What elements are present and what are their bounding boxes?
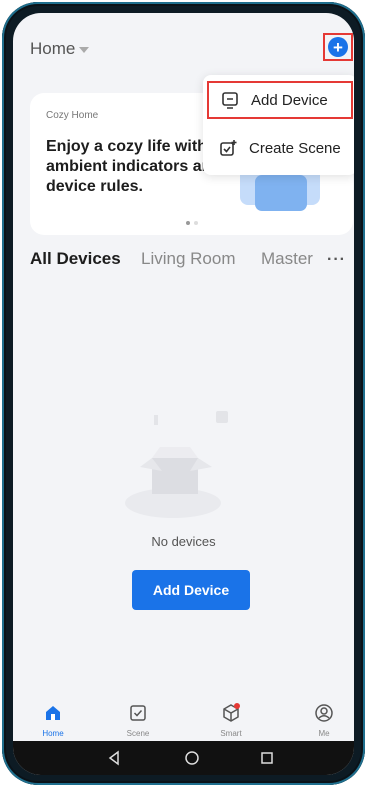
create-scene-menu-item[interactable]: Create Scene bbox=[207, 129, 353, 167]
nav-me-label: Me bbox=[318, 729, 330, 738]
back-icon[interactable] bbox=[105, 749, 123, 767]
bottom-nav: Home Scene Smart Me bbox=[13, 693, 354, 741]
nav-scene[interactable]: Scene bbox=[108, 701, 168, 738]
tab-all-devices[interactable]: All Devices bbox=[30, 249, 121, 269]
banner-small-title: Cozy Home bbox=[46, 110, 99, 121]
home-icon bbox=[23, 701, 83, 725]
plus-icon[interactable]: + bbox=[328, 37, 348, 57]
nav-scene-label: Scene bbox=[126, 729, 150, 738]
nav-me[interactable]: Me bbox=[294, 701, 354, 738]
phone-frame: Home + Cozy Home Enjoy a cozy life with … bbox=[2, 2, 365, 785]
scene-add-icon bbox=[217, 137, 239, 159]
create-scene-menu-label: Create Scene bbox=[249, 139, 341, 157]
top-header: Home + bbox=[13, 13, 354, 83]
smart-icon bbox=[201, 701, 261, 725]
empty-state-text: No devices bbox=[151, 534, 216, 549]
add-device-menu-item[interactable]: Add Device bbox=[207, 81, 353, 119]
recents-icon[interactable] bbox=[258, 749, 276, 767]
add-device-button[interactable]: Add Device bbox=[132, 570, 250, 610]
add-menu-popup: Add Device Create Scene bbox=[203, 75, 354, 175]
room-tabs: All Devices Living Room Master ··· bbox=[13, 249, 354, 279]
add-button-highlight: + bbox=[323, 33, 353, 61]
carousel-dots bbox=[186, 221, 198, 225]
empty-box-icon bbox=[118, 403, 228, 523]
profile-icon bbox=[294, 701, 354, 725]
caret-down-icon bbox=[79, 47, 90, 53]
nav-home-label: Home bbox=[42, 729, 64, 738]
scene-icon bbox=[108, 701, 168, 725]
system-nav-bar bbox=[13, 741, 354, 775]
banner-illustration-detail bbox=[255, 175, 307, 211]
add-device-menu-label: Add Device bbox=[251, 91, 328, 109]
app-screen: Home + Cozy Home Enjoy a cozy life with … bbox=[13, 13, 354, 775]
home-selector[interactable]: Home bbox=[30, 39, 90, 59]
carousel-dot bbox=[186, 221, 190, 225]
tab-master[interactable]: Master bbox=[261, 249, 313, 269]
nav-smart[interactable]: Smart bbox=[201, 701, 261, 738]
home-circle-icon[interactable] bbox=[183, 749, 201, 767]
more-tabs-icon[interactable]: ··· bbox=[327, 251, 346, 269]
nav-smart-label: Smart bbox=[220, 729, 242, 738]
home-selector-label: Home bbox=[30, 39, 76, 58]
device-add-icon bbox=[219, 89, 241, 111]
carousel-dot bbox=[194, 221, 198, 225]
tab-living-room[interactable]: Living Room bbox=[141, 249, 236, 269]
nav-home[interactable]: Home bbox=[23, 701, 83, 738]
